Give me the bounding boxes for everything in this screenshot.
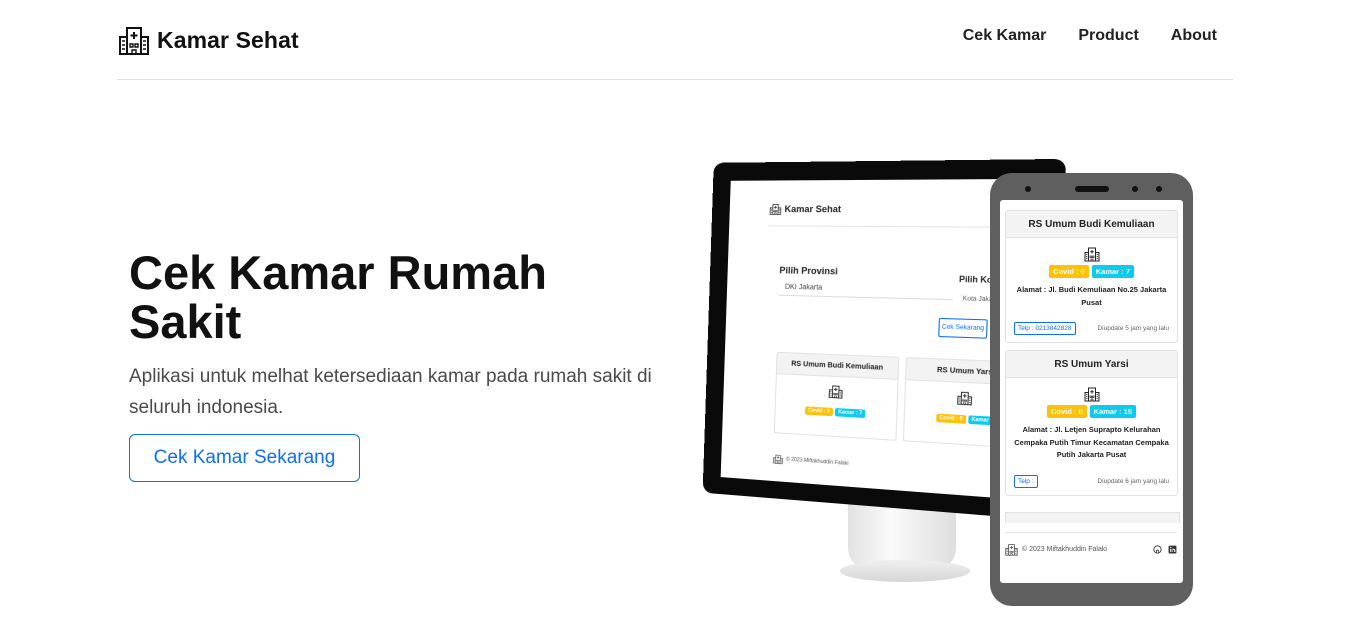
nav-menu: Cek Kamar Product About <box>963 27 1217 45</box>
camera-dot <box>1156 186 1162 192</box>
hospital-icon <box>769 203 781 215</box>
cek-kamar-sekarang-button[interactable]: Cek Kamar Sekarang <box>129 434 360 482</box>
hospital-icon <box>957 390 973 406</box>
github-icon <box>1153 545 1162 554</box>
phone-mockup: RS Umum Budi Kemuliaan Covid : 0 Kamar :… <box>990 173 1193 606</box>
hospital-address: Alamat : Jl. Letjen Suprapto Kelurahan C… <box>1014 425 1169 459</box>
nav-link-about[interactable]: About <box>1171 27 1217 45</box>
phone-hospital-card-partial <box>1005 512 1180 523</box>
hospital-icon <box>117 24 151 56</box>
desktop-brand-text: Kamar Sehat <box>784 203 842 215</box>
phone-screen: RS Umum Budi Kemuliaan Covid : 0 Kamar :… <box>1000 200 1183 583</box>
kamar-badge: Kamar <box>968 415 993 426</box>
nav-link-cek-kamar[interactable]: Cek Kamar <box>963 27 1047 45</box>
covid-badge: Covid : 0 <box>1049 265 1089 278</box>
phone-top-bar <box>990 173 1193 201</box>
covid-badge: Covid : 0 <box>1046 405 1087 418</box>
kamar-badge: Kamar : 7 <box>1091 265 1134 278</box>
phone-footer-text: © 2023 Miftakhuddin Falaki <box>1022 546 1107 553</box>
covid-badge: Covid : 0 <box>935 413 967 424</box>
phone-footer: © 2023 Miftakhuddin Falaki <box>1005 532 1177 556</box>
hospital-icon <box>1084 386 1100 402</box>
hospital-address: Alamat : Jl. Budi Kemuliaan No.25 Jakart… <box>1016 285 1167 307</box>
phone-speaker <box>1075 186 1109 192</box>
badge-group: Covid : 0 Kamar : 15 <box>1006 405 1177 418</box>
card-title: RS Umum Budi Kemuliaan <box>1006 211 1177 238</box>
badge-group: Covid : 0 Kamar : 7 <box>1006 265 1177 278</box>
card-title: RS Umum Budi Kemuliaan <box>776 352 899 380</box>
navbar: Kamar Sehat Cek Kamar Product About <box>117 0 1233 80</box>
desktop-brand: Kamar Sehat <box>769 203 841 215</box>
card-title: RS Umum Yarsi <box>1006 351 1177 378</box>
hero-title: Cek Kamar Rumah Sakit <box>129 246 547 348</box>
nav-link-product[interactable]: Product <box>1078 27 1138 45</box>
hospital-icon <box>1084 246 1100 262</box>
linkedin-icon <box>1168 545 1177 554</box>
phone-footer-brand: © 2023 Miftakhuddin Falaki <box>1005 543 1107 556</box>
desktop-hospital-card: RS Umum Budi Kemuliaan Covid : 0 Kamar :… <box>773 351 900 441</box>
desktop-footer-text: © 2023 Miftakhuddin Falaki <box>785 456 849 467</box>
desktop-footer: © 2023 Miftakhuddin Falaki <box>773 454 849 470</box>
province-label: Pilih Provinsi <box>779 265 839 277</box>
desktop-cek-button: Cek Sekarang <box>938 317 988 339</box>
camera-dot <box>1132 186 1138 192</box>
social-links <box>1153 545 1177 554</box>
covid-badge: Covid : 0 <box>804 406 834 417</box>
brand-name: Kamar Sehat <box>157 26 299 53</box>
kamar-badge: Kamar : 7 <box>834 408 866 419</box>
camera-dot <box>1025 186 1031 192</box>
hospital-icon <box>773 454 783 465</box>
hospital-icon <box>1005 543 1018 556</box>
telp-button: Telp : <box>1014 475 1038 488</box>
telp-button: Telp : 0213842828 <box>1014 322 1076 335</box>
updated-text: Diupdate 6 jam yang lalu <box>1097 478 1169 485</box>
badge-group: Covid : 0 Kamar : 7 <box>776 405 897 420</box>
brand-link[interactable]: Kamar Sehat <box>117 24 299 56</box>
province-select: DKI Jakarta <box>778 280 954 301</box>
hero-description: Aplikasi untuk melhat ketersediaan kamar… <box>129 366 652 418</box>
monitor-stand-base <box>840 560 970 582</box>
phone-hospital-card: RS Umum Yarsi Covid : 0 Kamar : 15 Alama… <box>1005 350 1178 496</box>
card-footer: Telp : 0213842828 Diupdate 5 jam yang la… <box>1014 322 1169 335</box>
kamar-badge: Kamar : 15 <box>1089 405 1137 418</box>
hero-illustration: Kamar Sehat Pilih Provinsi DKI Jakarta P… <box>700 155 1200 615</box>
updated-text: Diupdate 5 jam yang lalu <box>1097 325 1169 332</box>
hospital-icon <box>828 384 843 399</box>
phone-hospital-card: RS Umum Budi Kemuliaan Covid : 0 Kamar :… <box>1005 210 1178 343</box>
card-footer: Telp : Diupdate 6 jam yang lalu <box>1014 475 1169 488</box>
